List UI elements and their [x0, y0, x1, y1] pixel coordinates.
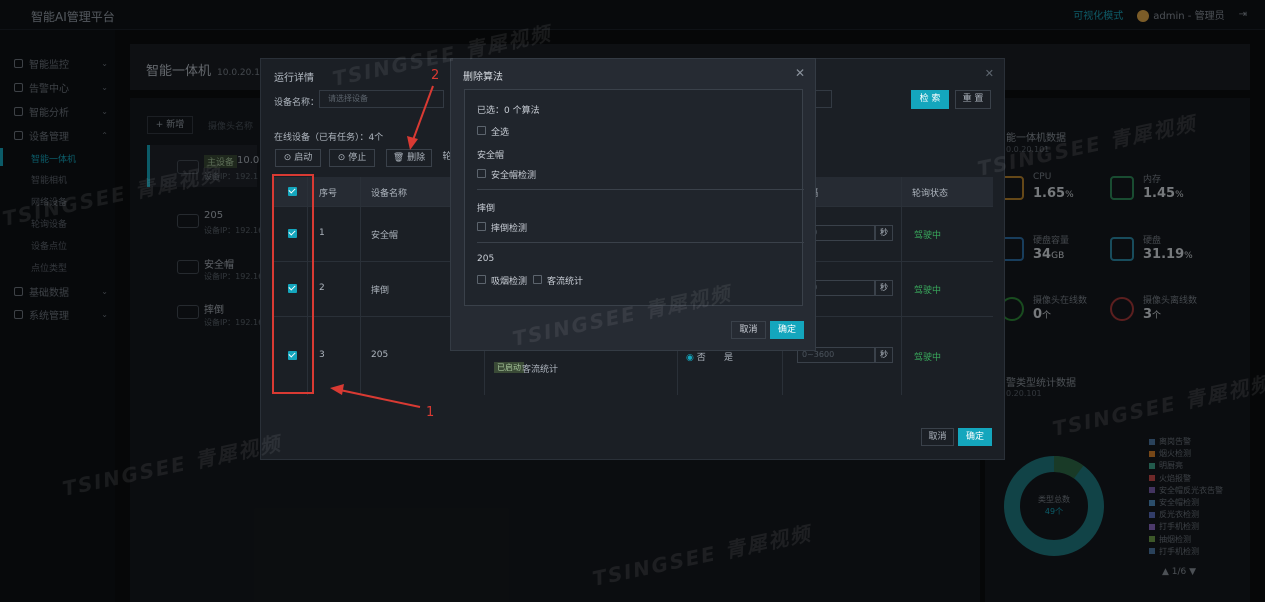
annotation-arrow-2 [412, 85, 434, 141]
arrowhead-icon [330, 384, 344, 395]
annotation-number-1: 1 [426, 405, 435, 420]
arrowhead-icon [407, 136, 418, 150]
annotation-arrow-1 [339, 389, 421, 408]
